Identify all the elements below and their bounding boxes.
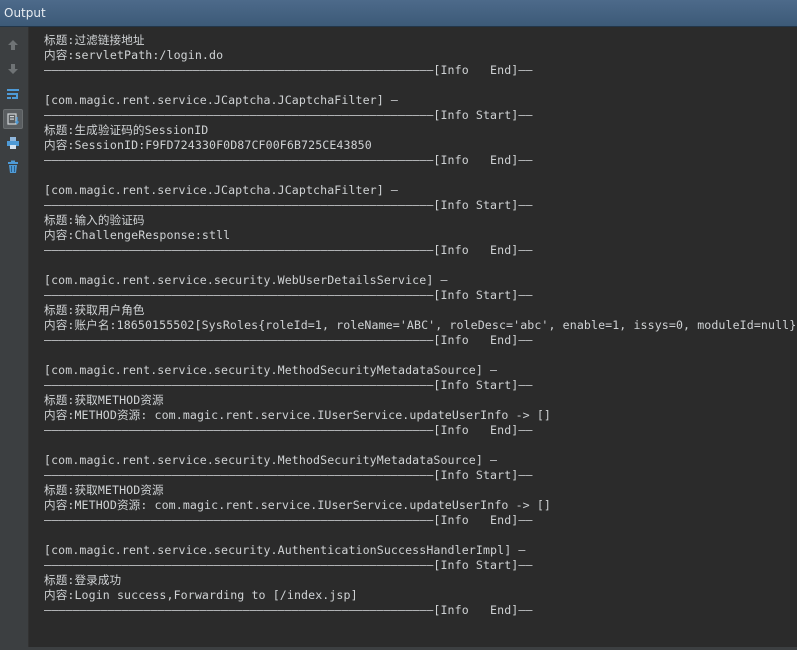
console-line: ————————————————————————————————————————… [44,423,533,437]
soft-wrap-icon[interactable] [4,85,22,103]
console-line: 标题:输入的验证码 [44,213,145,227]
console-line: [com.magic.rent.service.JCaptcha.JCaptch… [44,183,399,197]
console-line: ————————————————————————————————————————… [44,468,533,482]
console-line: ————————————————————————————————————————… [44,603,533,617]
trash-icon[interactable] [4,158,22,176]
console-line: 标题:获取METHOD资源 [44,393,164,407]
console-line: 内容:METHOD资源: com.magic.rent.service.IUse… [44,498,551,512]
console-line: ————————————————————————————————————————… [44,378,533,392]
console-line: [com.magic.rent.service.security.MethodS… [44,363,498,377]
console-line: [com.magic.rent.service.security.MethodS… [44,453,498,467]
console-line: 内容:ChallengeResponse:stll [44,228,231,242]
console-line: 内容:SessionID:F9FD724330F0D87CF00F6B725CE… [44,138,372,152]
output-window: Output 标题:过滤链接地址 内容:servletPath:/login.d… [0,0,797,650]
console-line: ————————————————————————————————————————… [44,513,533,527]
output-toolbar [0,27,29,650]
console-line: 标题:登录成功 [44,573,122,587]
console-line: 标题:生成验证码的SessionID [44,123,209,137]
console-line: ————————————————————————————————————————… [44,243,533,257]
console-line: ————————————————————————————————————————… [44,153,533,167]
scroll-to-end-icon[interactable] [3,109,23,129]
console-line: 内容:Login success,Forwarding to [/index.j… [44,588,358,602]
print-icon[interactable] [4,134,22,152]
console-line: 内容:METHOD资源: com.magic.rent.service.IUse… [44,408,551,422]
console-line: ————————————————————————————————————————… [44,558,533,572]
output-console[interactable]: 标题:过滤链接地址 内容:servletPath:/login.do ———————… [29,27,797,647]
console-line: ————————————————————————————————————————… [44,288,533,302]
console-line: ————————————————————————————————————————… [44,63,533,77]
console-line: ————————————————————————————————————————… [44,198,533,212]
up-arrow-icon[interactable] [4,36,22,54]
console-lines: 标题:过滤链接地址 内容:servletPath:/login.do ———————… [44,33,797,618]
output-title-bar: Output [0,0,797,27]
down-arrow-icon[interactable] [4,60,22,78]
console-line: [com.magic.rent.service.security.WebUser… [44,273,448,287]
console-line: [com.magic.rent.service.security.Authent… [44,543,526,557]
console-line: 标题:获取用户角色 [44,303,145,317]
console-line: 内容:servletPath:/login.do [44,48,224,62]
console-line: [com.magic.rent.service.JCaptcha.JCaptch… [44,93,399,107]
console-line: ————————————————————————————————————————… [44,333,533,347]
console-line: ————————————————————————————————————————… [44,108,533,122]
console-line: 标题:获取METHOD资源 [44,483,164,497]
console-line: 标题:过滤链接地址 [44,33,145,47]
output-title: Output [4,6,46,20]
console-line: 内容:账户名:18650155502[SysRoles{roleId=1, ro… [44,318,797,332]
